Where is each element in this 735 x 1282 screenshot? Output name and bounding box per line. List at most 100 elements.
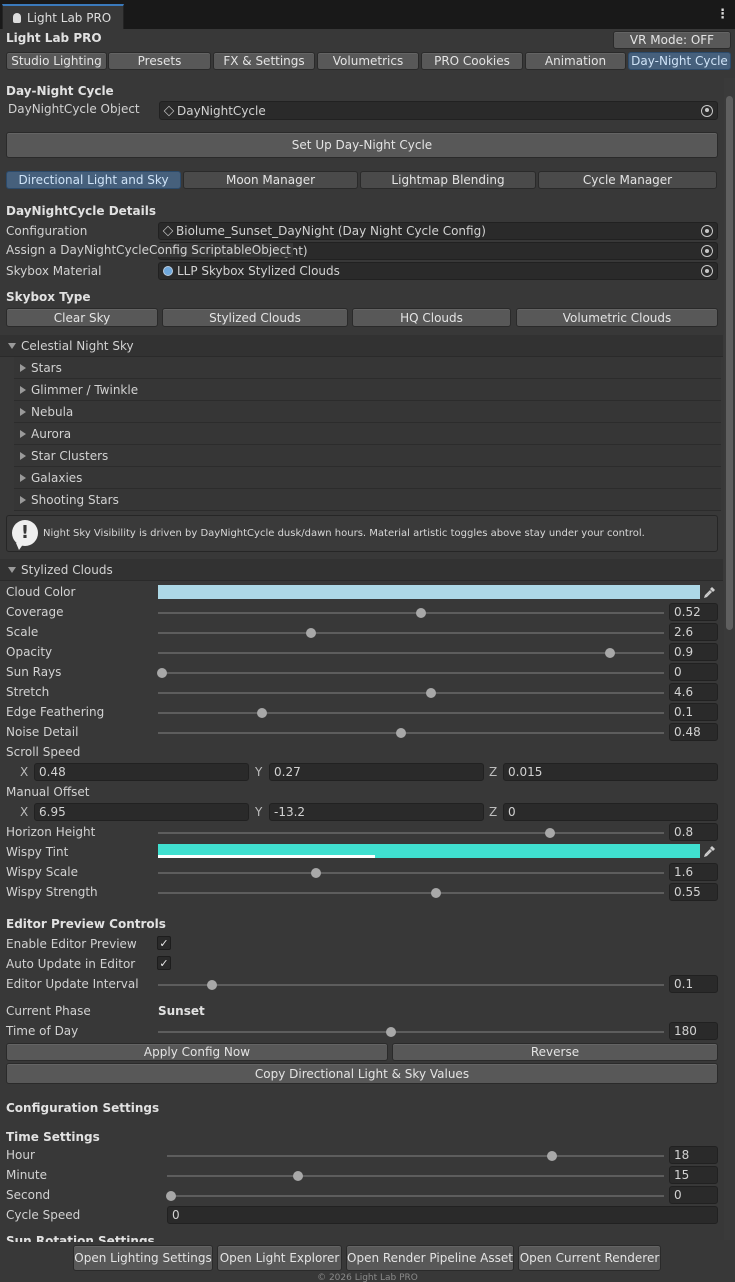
cloud-color-swatch[interactable]	[158, 585, 700, 599]
wispy-tint-swatch[interactable]	[158, 844, 700, 858]
noise-detail-value-field[interactable]: 0.48	[669, 723, 718, 741]
stretch-slider-track[interactable]	[158, 692, 664, 694]
configuration-field[interactable]: Biolume_Sunset_DayNight (Day Night Cycle…	[158, 222, 718, 240]
manual-offset-y-field[interactable]: -13.2	[269, 803, 484, 821]
hour-slider-handle[interactable]	[547, 1151, 558, 1161]
scale-slider-track[interactable]	[158, 632, 664, 634]
auto-update-checkbox[interactable]: ✓	[157, 956, 171, 970]
sun-rays-value-field[interactable]: 0	[669, 663, 718, 681]
skybox-clear-sky-button[interactable]: Clear Sky	[6, 308, 158, 327]
open-lighting-settings-button[interactable]: Open Lighting Settings	[73, 1245, 213, 1271]
vr-mode-button[interactable]: VR Mode: OFF	[613, 31, 731, 49]
tab-animation[interactable]: Animation	[525, 52, 626, 70]
copy-light-values-button[interactable]: Copy Directional Light & Sky Values	[6, 1063, 718, 1084]
foldout-star-clusters[interactable]: Star Clusters	[14, 445, 721, 467]
edge-feathering-value-field[interactable]: 0.1	[669, 703, 718, 721]
skybox-stylized-clouds-button[interactable]: Stylized Clouds	[162, 308, 348, 327]
setup-day-night-button[interactable]: Set Up Day-Night Cycle	[6, 132, 718, 158]
foldout-shooting-stars[interactable]: Shooting Stars	[14, 489, 721, 511]
skybox-material-field[interactable]: LLP Skybox Stylized Clouds	[158, 262, 718, 280]
foldout-galaxies[interactable]: Galaxies	[14, 467, 721, 489]
second-slider-handle[interactable]	[166, 1191, 176, 1201]
sun-rays-slider-handle[interactable]	[157, 668, 167, 678]
scroll-speed-y-field[interactable]: 0.27	[269, 763, 484, 781]
scroll-speed-z-field[interactable]: 0.015	[503, 763, 718, 781]
wispy-scale-slider-track[interactable]	[158, 872, 664, 874]
open-light-explorer-button[interactable]: Open Light Explorer	[217, 1245, 342, 1271]
coverage-value-field[interactable]: 0.52	[669, 603, 718, 621]
noise-detail-slider-handle[interactable]	[396, 728, 407, 738]
scale-slider-handle[interactable]	[306, 628, 317, 638]
edge-feathering-slider-track[interactable]	[158, 712, 664, 714]
tab-volumetrics[interactable]: Volumetrics	[317, 52, 419, 70]
minute-slider-track[interactable]	[167, 1175, 664, 1177]
coverage-slider-track[interactable]	[158, 612, 664, 614]
tab-day-night-cycle[interactable]: Day-Night Cycle	[628, 52, 731, 70]
stretch-value-field[interactable]: 4.6	[669, 683, 718, 701]
scroll-speed-x-field[interactable]: 0.48	[34, 763, 249, 781]
foldout-glimmer-twinkle[interactable]: Glimmer / Twinkle	[14, 379, 721, 401]
reverse-button[interactable]: Reverse	[392, 1043, 718, 1061]
edge-feathering-slider-handle[interactable]	[256, 708, 267, 718]
time-of-day-slider-track[interactable]	[158, 1031, 664, 1033]
vertical-scrollbar[interactable]	[724, 78, 735, 1240]
stretch-slider-handle[interactable]	[425, 688, 436, 698]
tab-studio-lighting[interactable]: Studio Lighting	[6, 52, 107, 70]
opacity-value-field[interactable]: 0.9	[669, 643, 718, 661]
minute-value-field[interactable]: 15	[669, 1166, 718, 1184]
tab-pro-cookies[interactable]: PRO Cookies	[421, 52, 523, 70]
horizon-height-slider-handle[interactable]	[545, 828, 556, 838]
second-slider-track[interactable]	[167, 1195, 664, 1197]
object-picker-icon[interactable]	[701, 104, 713, 117]
object-picker-icon[interactable]	[701, 225, 713, 237]
subtab-lightmap-blending[interactable]: Lightmap Blending	[360, 171, 536, 189]
enable-editor-preview-checkbox[interactable]: ✓	[157, 936, 171, 950]
wispy-strength-slider-handle[interactable]	[430, 888, 441, 898]
object-picker-icon[interactable]	[701, 265, 713, 277]
skybox-volumetric-clouds-button[interactable]: Volumetric Clouds	[516, 308, 718, 327]
foldout-aurora[interactable]: Aurora	[14, 423, 721, 445]
wispy-scale-slider-handle[interactable]	[311, 868, 322, 878]
subtab-directional-light-and-sky[interactable]: Directional Light and Sky	[6, 171, 181, 189]
kebab-menu-icon[interactable]: ⋮	[716, 8, 729, 22]
skybox-hq-clouds-button[interactable]: HQ Clouds	[352, 308, 511, 327]
open-render-pipeline-asset-button[interactable]: Open Render Pipeline Asset	[346, 1245, 514, 1271]
sun-rays-slider-track[interactable]	[158, 672, 664, 674]
hour-value-field[interactable]: 18	[669, 1146, 718, 1164]
noise-detail-slider-track[interactable]	[158, 732, 664, 734]
wispy-strength-value-field[interactable]: 0.55	[669, 883, 718, 901]
horizon-height-slider-track[interactable]	[158, 832, 664, 834]
scale-value-field[interactable]: 2.6	[669, 623, 718, 641]
time-of-day-value-field[interactable]: 180	[669, 1022, 718, 1040]
cycle-speed-field[interactable]: 0	[167, 1206, 718, 1224]
horizon-height-value-field[interactable]: 0.8	[669, 823, 718, 841]
second-value-field[interactable]: 0	[669, 1186, 718, 1204]
hour-slider-track[interactable]	[167, 1155, 664, 1157]
stylized-clouds-foldout-header[interactable]: Stylized Clouds	[0, 559, 723, 581]
subtab-cycle-manager[interactable]: Cycle Manager	[538, 171, 717, 189]
apply-config-button[interactable]: Apply Config Now	[6, 1043, 388, 1061]
eyedropper-icon[interactable]	[703, 844, 717, 858]
editor-update-interval-slider-track[interactable]	[158, 984, 664, 986]
window-tab[interactable]: Light Lab PRO	[2, 4, 124, 29]
daynight-object-field[interactable]: DayNightCycle	[159, 101, 718, 120]
open-current-renderer-button[interactable]: Open Current Renderer	[518, 1245, 661, 1271]
foldout-nebula[interactable]: Nebula	[14, 401, 721, 423]
editor-update-interval-value-field[interactable]: 0.1	[669, 975, 718, 993]
object-picker-icon[interactable]	[701, 245, 713, 257]
editor-update-interval-slider-handle[interactable]	[206, 980, 217, 990]
opacity-slider-track[interactable]	[158, 652, 664, 654]
tab-presets[interactable]: Presets	[108, 52, 211, 70]
coverage-slider-handle[interactable]	[415, 608, 426, 618]
subtab-moon-manager[interactable]: Moon Manager	[183, 171, 358, 189]
opacity-slider-handle[interactable]	[605, 648, 616, 658]
manual-offset-z-field[interactable]: 0	[503, 803, 718, 821]
wispy-strength-slider-track[interactable]	[158, 892, 664, 894]
foldout-stars[interactable]: Stars	[14, 357, 721, 379]
manual-offset-x-field[interactable]: 6.95	[34, 803, 249, 821]
time-of-day-slider-handle[interactable]	[386, 1027, 397, 1037]
scrollbar-thumb[interactable]	[726, 96, 733, 630]
eyedropper-icon[interactable]	[703, 585, 717, 599]
minute-slider-handle[interactable]	[293, 1171, 304, 1181]
wispy-scale-value-field[interactable]: 1.6	[669, 863, 718, 881]
